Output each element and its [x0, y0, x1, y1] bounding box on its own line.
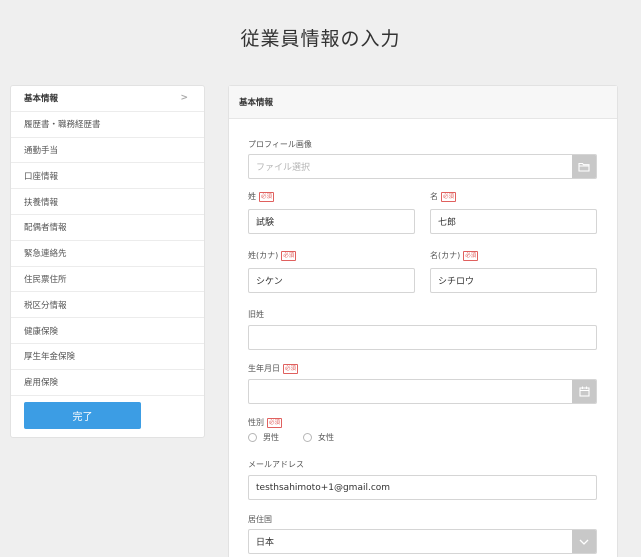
sidebar-item-resident-address[interactable]: 住民票住所: [11, 267, 204, 293]
sidebar-item-emergency[interactable]: 緊急連絡先: [11, 241, 204, 267]
gender-option-label: 男性: [263, 433, 279, 442]
first-name-label: 名 必須: [430, 191, 457, 202]
sidebar-item-label: 基本情報: [24, 94, 59, 105]
last-name-kana-value: シケン: [256, 277, 283, 287]
sidebar-nav: 基本情報 > 履歴書・職務経歴書 通勤手当 口座情報 扶養情報 配偶者情報 緊急…: [10, 85, 205, 438]
country-label-text: 居住国: [248, 515, 272, 524]
done-button-wrap: 完了: [11, 396, 204, 437]
radio-male[interactable]: [248, 433, 257, 442]
chevron-right-icon: >: [180, 93, 188, 104]
sidebar-item-label: 履歴書・職務経歴書: [24, 120, 101, 131]
sidebar-item-label: 健康保険: [24, 326, 59, 337]
email-value: testhsahimoto+1@gmail.com: [256, 482, 391, 493]
first-name-value: 七郎: [438, 218, 457, 228]
email-input[interactable]: testhsahimoto+1@gmail.com: [248, 475, 597, 500]
sidebar-item-label: 通勤手当: [24, 145, 59, 156]
first-name-kana-label: 名(カナ) 必須: [430, 250, 479, 261]
first-name-kana-input[interactable]: シチロウ: [430, 268, 597, 293]
gender-option-male[interactable]: 男性: [248, 432, 279, 443]
done-button[interactable]: 完了: [24, 401, 141, 429]
sidebar-item-commute[interactable]: 通勤手当: [11, 138, 204, 164]
email-label-text: メールアドレス: [248, 460, 304, 469]
last-name-input[interactable]: 試験: [248, 209, 415, 234]
gender-radio-group: 男性 女性: [248, 432, 358, 443]
panel-title: 基本情報: [229, 86, 617, 119]
gender-label-text: 性別: [248, 418, 264, 427]
sidebar-item-resume[interactable]: 履歴書・職務経歴書: [11, 112, 204, 138]
first-name-kana-value: シチロウ: [438, 277, 475, 287]
birthdate-label-text: 生年月日: [248, 364, 280, 373]
last-name-kana-label-text: 姓(カナ): [248, 251, 279, 260]
required-badge: 必須: [283, 363, 299, 374]
gender-option-label: 女性: [318, 433, 334, 442]
last-name-value: 試験: [256, 218, 275, 228]
sidebar-item-employment-insurance[interactable]: 雇用保険: [11, 370, 204, 396]
sidebar-item-spouse[interactable]: 配偶者情報: [11, 215, 204, 241]
gender-option-female[interactable]: 女性: [303, 432, 334, 443]
page-title: 従業員情報の入力: [240, 28, 401, 50]
sidebar-item-bank[interactable]: 口座情報: [11, 163, 204, 190]
required-badge: 必須: [281, 250, 297, 261]
gender-label: 性別 必須: [248, 417, 283, 428]
sidebar-item-pension[interactable]: 厚生年金保険: [11, 344, 204, 370]
sidebar-item-tax[interactable]: 税区分情報: [11, 292, 204, 319]
chevron-down-icon[interactable]: [572, 530, 596, 553]
birthdate-label: 生年月日 必須: [248, 363, 299, 374]
country-select[interactable]: 日本: [248, 529, 597, 554]
first-name-kana-label-text: 名(カナ): [430, 251, 461, 260]
folder-icon[interactable]: [572, 155, 596, 178]
calendar-icon[interactable]: [572, 380, 596, 403]
sidebar-item-basic-info[interactable]: 基本情報 >: [11, 86, 204, 112]
required-badge: 必須: [463, 250, 479, 261]
maiden-name-label: 旧姓: [248, 309, 264, 320]
profile-image-label-text: プロフィール画像: [248, 140, 312, 149]
sidebar-item-label: 配偶者情報: [24, 223, 67, 234]
last-name-label-text: 姓: [248, 192, 256, 201]
last-name-kana-label: 姓(カナ) 必須: [248, 250, 297, 261]
sidebar-item-dependents[interactable]: 扶養情報: [11, 189, 204, 215]
sidebar-item-label: 住民票住所: [24, 274, 67, 285]
sidebar-item-label: 口座情報: [24, 171, 59, 182]
profile-image-label: プロフィール画像: [248, 139, 312, 150]
radio-female[interactable]: [303, 433, 312, 442]
maiden-name-label-text: 旧姓: [248, 310, 264, 319]
profile-image-placeholder: ファイル選択: [256, 163, 311, 173]
sidebar-item-label: 雇用保険: [24, 378, 59, 389]
birthdate-input[interactable]: [248, 379, 597, 404]
basic-info-panel: 基本情報 プロフィール画像 ファイル選択 姓 必須 試験 名 必須 七郎 姓(カ…: [228, 85, 618, 557]
maiden-name-input[interactable]: [248, 325, 597, 350]
last-name-kana-input[interactable]: シケン: [248, 268, 415, 293]
last-name-label: 姓 必須: [248, 191, 275, 202]
required-badge: 必須: [259, 191, 275, 202]
first-name-label-text: 名: [430, 192, 438, 201]
first-name-input[interactable]: 七郎: [430, 209, 597, 234]
required-badge: 必須: [267, 417, 283, 428]
country-label: 居住国: [248, 514, 272, 525]
country-value: 日本: [256, 538, 275, 548]
profile-image-input[interactable]: ファイル選択: [248, 154, 597, 179]
required-badge: 必須: [441, 191, 457, 202]
sidebar-item-label: 扶養情報: [24, 197, 59, 208]
sidebar-item-label: 税区分情報: [24, 300, 67, 311]
sidebar-item-label: 厚生年金保険: [24, 352, 76, 363]
email-label: メールアドレス: [248, 459, 304, 470]
sidebar-item-label: 緊急連絡先: [24, 249, 67, 260]
sidebar-item-health-insurance[interactable]: 健康保険: [11, 318, 204, 344]
